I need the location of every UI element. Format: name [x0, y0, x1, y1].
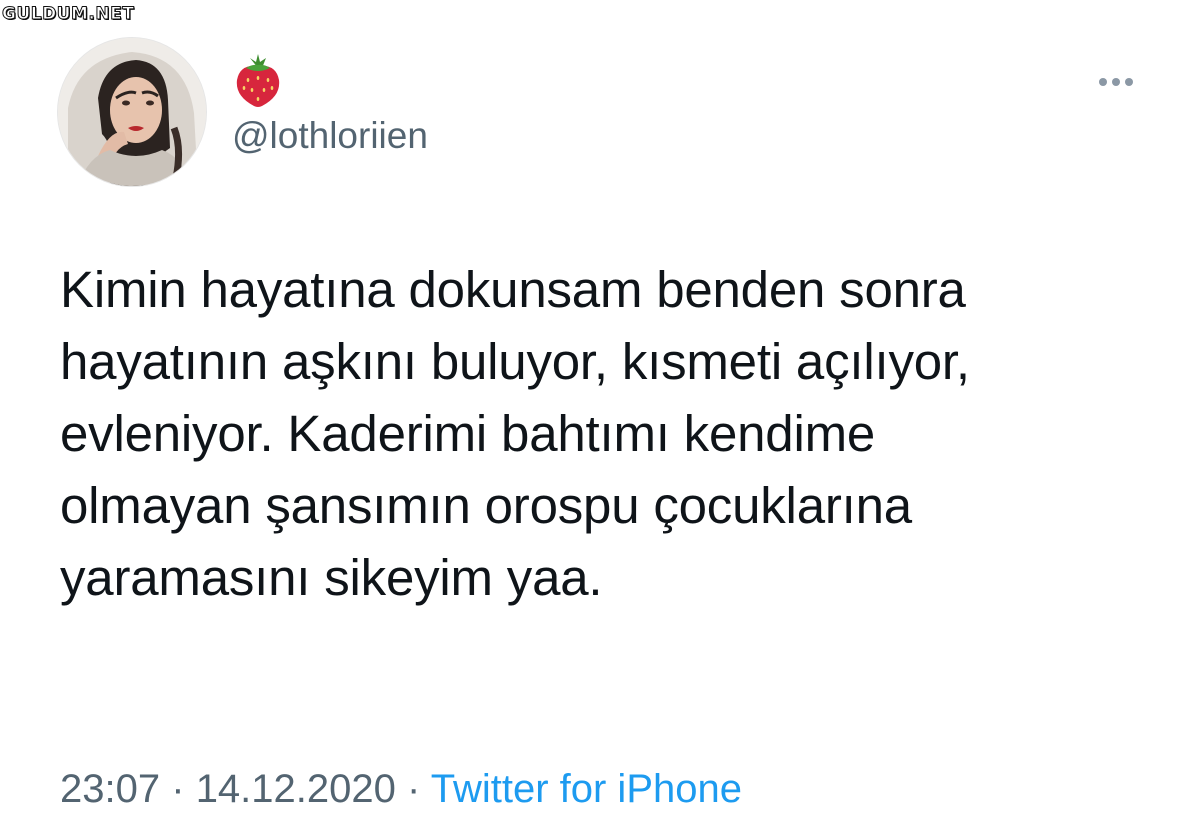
tweet-time[interactable]: 23:07	[60, 767, 160, 811]
tweet-line: Kimin hayatına dokunsam benden sonra	[60, 261, 966, 318]
tweet-line: hayatının aşkını buluyor, kısmeti açılıy…	[60, 333, 970, 390]
meta-separator: ·	[407, 767, 421, 811]
tweet-date[interactable]: 14.12.2020	[196, 767, 396, 811]
meta-separator: ·	[171, 767, 185, 811]
tweet-meta: 23:07 · 14.12.2020 · Twitter for iPhone	[60, 764, 742, 814]
tweet-line: evleniyor. Kaderimi bahtımı kendime	[60, 405, 876, 462]
avatar[interactable]	[57, 37, 207, 187]
more-options-button[interactable]	[1094, 71, 1138, 93]
tweet-screenshot: GULDUM.NET @lothloriien Kimin hayatına d…	[0, 0, 1199, 834]
more-dot-icon	[1099, 78, 1107, 86]
avatar-photo	[58, 38, 206, 186]
display-name[interactable]	[232, 52, 284, 108]
tweet-line: yaramasını sikeyim yaa.	[60, 549, 603, 606]
tweet-line: olmayan şansımın orospu çocuklarına	[60, 477, 912, 534]
site-watermark: GULDUM.NET	[1, 4, 135, 25]
tweet-source-link[interactable]: Twitter for iPhone	[431, 767, 742, 811]
more-dot-icon	[1125, 78, 1133, 86]
more-dot-icon	[1112, 78, 1120, 86]
tweet-text: Kimin hayatına dokunsam benden sonra hay…	[60, 254, 1170, 614]
strawberry-icon	[236, 54, 280, 107]
user-handle[interactable]: @lothloriien	[232, 114, 428, 158]
